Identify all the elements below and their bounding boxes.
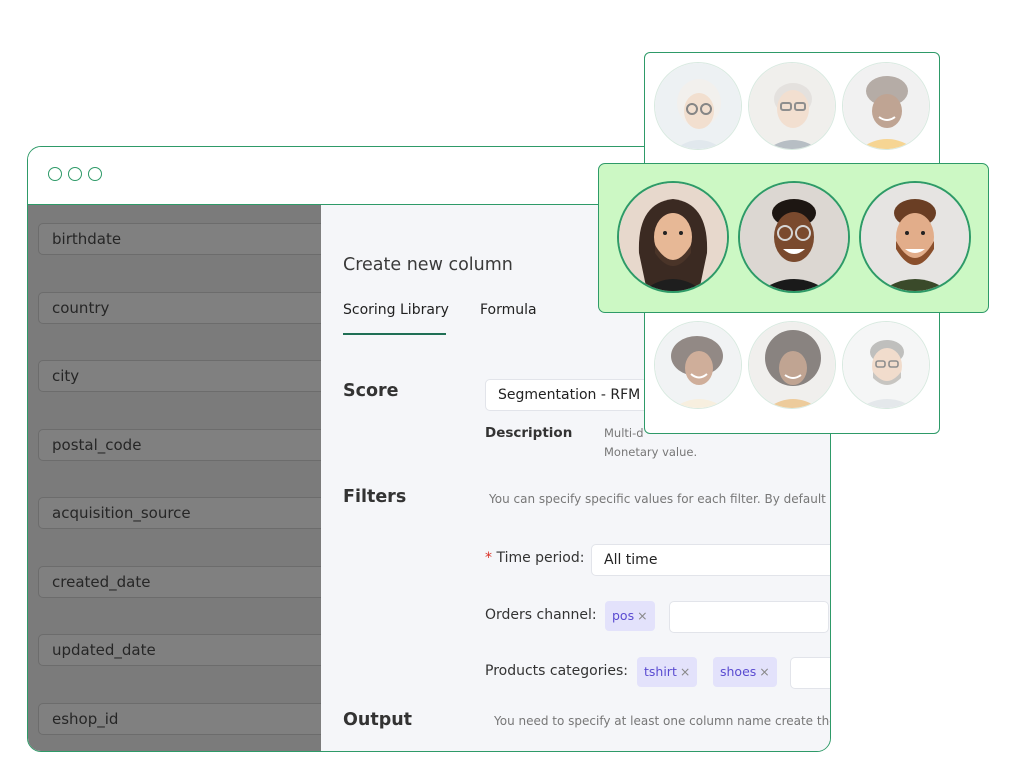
filters-label: Filters	[343, 487, 407, 507]
field-item[interactable]: updated_date	[38, 634, 338, 666]
person-man-glasses-smiling-icon	[740, 183, 848, 291]
chip-remove-icon[interactable]: ×	[680, 664, 690, 679]
orders-channel-input[interactable]	[669, 601, 829, 633]
avatar	[748, 62, 836, 150]
field-item[interactable]: acquisition_source	[38, 497, 338, 529]
field-item[interactable]: city	[38, 360, 338, 392]
chip-label: pos	[612, 608, 635, 623]
avatar	[654, 62, 742, 150]
description-label: Description	[485, 425, 573, 441]
person-man-long-hair-icon	[619, 183, 727, 291]
products-categories-label: Products categories:	[485, 663, 629, 679]
person-man-beard-icon	[861, 183, 969, 291]
time-period-label-text: Time period:	[496, 550, 585, 566]
window-control-dot[interactable]	[68, 167, 82, 181]
time-period-label: * Time period:	[485, 550, 584, 566]
avatar-selected[interactable]	[738, 181, 850, 293]
tab-scoring-library[interactable]: Scoring Library	[343, 302, 449, 318]
chip-remove-icon[interactable]: ×	[759, 664, 769, 679]
avatar-selected[interactable]	[859, 181, 971, 293]
output-label: Output	[343, 710, 413, 730]
person-woman-glasses-icon	[655, 63, 741, 149]
active-tab-indicator	[343, 333, 446, 335]
person-man-glasses-icon	[749, 63, 835, 149]
filter-chip-pos[interactable]: pos ×	[605, 601, 655, 631]
panel-title: Create new column	[343, 255, 513, 275]
tab-formula[interactable]: Formula	[480, 302, 537, 318]
products-categories-input[interactable]	[790, 657, 830, 689]
orders-channel-label: Orders channel:	[485, 607, 597, 623]
person-woman-headwrap-icon	[843, 63, 929, 149]
chip-label: tshirt	[644, 664, 677, 679]
chip-remove-icon[interactable]: ×	[637, 608, 647, 623]
filters-hint: You can specify specific values for each…	[489, 492, 830, 506]
person-man-grey-beard-icon	[843, 322, 929, 408]
filter-chip-tshirt[interactable]: tshirt ×	[637, 657, 698, 687]
field-item[interactable]: birthdate	[38, 223, 338, 255]
person-woman-afro-icon	[749, 322, 835, 408]
field-item[interactable]: postal_code	[38, 429, 338, 461]
avatar	[748, 321, 836, 409]
output-hint: You need to specify at least one column …	[494, 714, 830, 728]
field-item[interactable]: eshop_id	[38, 703, 338, 735]
score-label: Score	[343, 381, 399, 401]
avatar	[842, 62, 930, 150]
person-woman-curly-hair-icon	[655, 322, 741, 408]
required-mark: *	[485, 550, 492, 566]
avatar	[654, 321, 742, 409]
avatar-selected[interactable]	[617, 181, 729, 293]
highlighted-avatar-row	[598, 163, 989, 313]
field-list: birthdate country city postal_code acqui…	[28, 205, 338, 751]
field-item[interactable]: created_date	[38, 566, 338, 598]
field-item[interactable]: country	[38, 292, 338, 324]
window-control-dot[interactable]	[48, 167, 62, 181]
chip-label: shoes	[720, 664, 757, 679]
time-period-select[interactable]: All time	[591, 544, 830, 576]
description-line: Monetary value.	[604, 445, 698, 459]
window-control-dot[interactable]	[88, 167, 102, 181]
avatar	[842, 321, 930, 409]
filter-chip-shoes[interactable]: shoes ×	[713, 657, 777, 687]
